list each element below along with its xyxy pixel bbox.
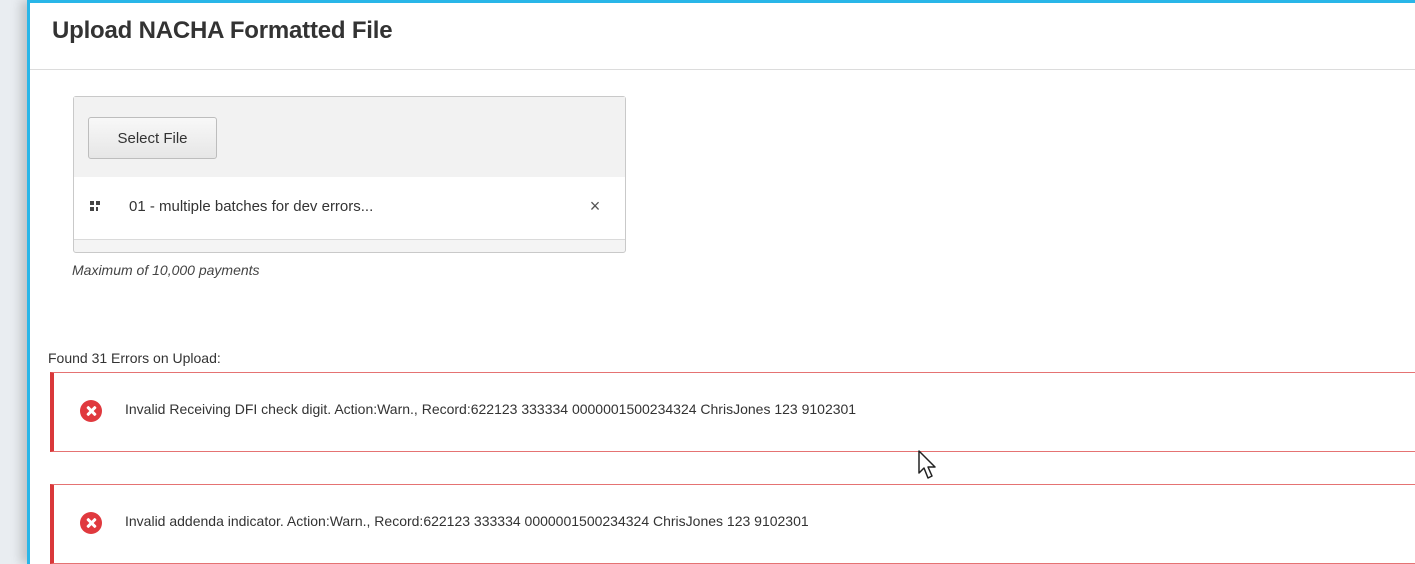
select-file-button[interactable]: Select File (88, 117, 217, 159)
error-circle-icon (80, 400, 102, 422)
error-circle-icon (80, 512, 102, 534)
max-payments-note: Maximum of 10,000 payments (72, 262, 260, 278)
upload-page: Upload NACHA Formatted File Select File … (27, 0, 1415, 564)
error-message: Invalid addenda indicator. Action:Warn.,… (125, 513, 809, 529)
error-message: Invalid Receiving DFI check digit. Actio… (125, 401, 857, 417)
error-alert: Invalid Receiving DFI check digit. Actio… (50, 372, 1415, 452)
error-alert: Invalid addenda indicator. Action:Warn.,… (50, 484, 1415, 564)
remove-file-button[interactable]: × (585, 194, 605, 218)
selected-file-name: 01 - multiple batches for dev errors... (129, 198, 374, 215)
errors-heading: Found 31 Errors on Upload: (48, 350, 221, 366)
page-header: Upload NACHA Formatted File (30, 3, 1415, 70)
drag-handle-icon[interactable] (90, 201, 104, 215)
page-title: Upload NACHA Formatted File (52, 17, 393, 44)
selected-file-row: 01 - multiple batches for dev errors... … (74, 177, 625, 240)
file-upload-widget: Select File 01 - multiple batches for de… (73, 96, 626, 253)
upload-toolbar: Select File (74, 97, 625, 178)
close-icon: × (589, 196, 601, 216)
mouse-pointer-icon (918, 450, 936, 479)
